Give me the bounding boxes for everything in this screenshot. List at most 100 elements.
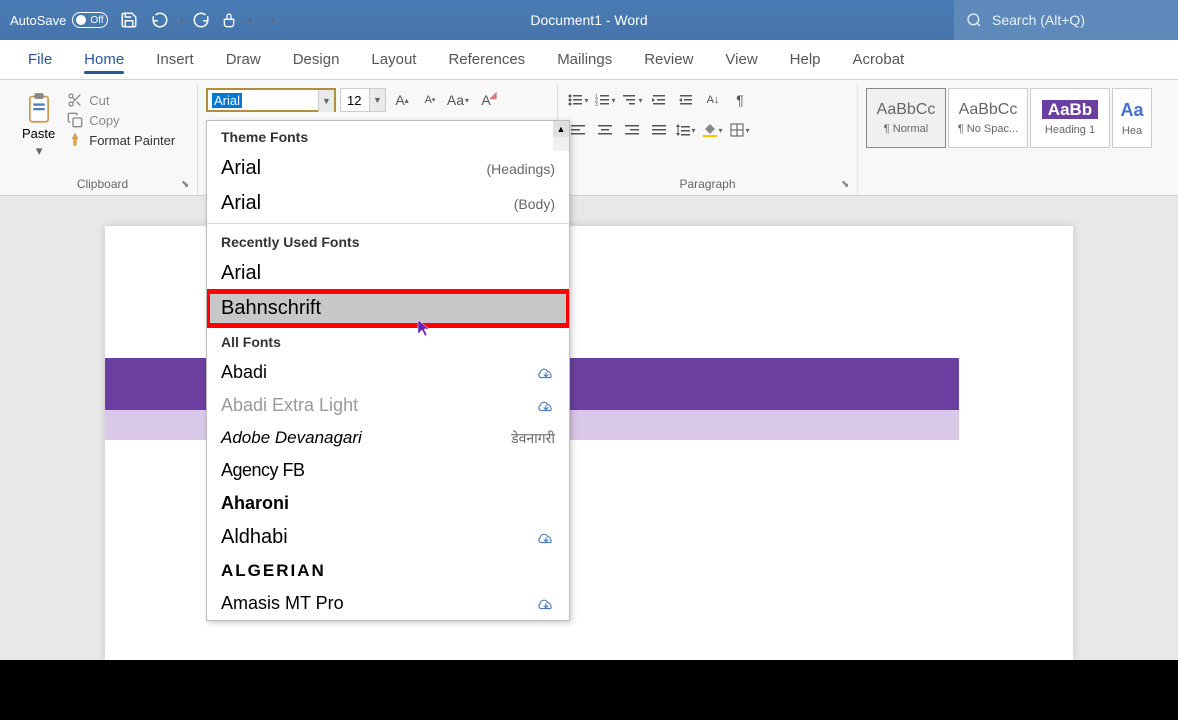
style-preview: AaBb [1042,100,1098,119]
borders-button[interactable]: ▾ [728,118,752,142]
style-preview: AaBbCc [959,101,1018,119]
clear-formatting-button[interactable]: A◢ [474,88,498,112]
decrease-indent-button[interactable] [647,88,671,112]
font-item-arial-body[interactable]: Arial (Body) [207,186,569,221]
style-preview: Aa [1120,100,1143,121]
tab-help[interactable]: Help [774,40,837,80]
font-name: Aldhabi [221,526,288,549]
font-name: Arial [221,192,261,215]
clipboard-launcher-icon[interactable]: ⬊ [181,179,193,191]
toggle-state: Off [90,15,103,26]
dropdown-scrollbar[interactable]: ▲ [553,121,569,151]
decrease-font-button[interactable]: A▾ [418,88,442,112]
tab-mailings[interactable]: Mailings [541,40,628,80]
increase-font-button[interactable]: A▴ [390,88,414,112]
style-no-spacing[interactable]: AaBbCc ¶ No Spac... [948,88,1028,148]
increase-indent-button[interactable] [674,88,698,112]
font-item-adobe-devanagari[interactable]: Adobe Devanagari डेवनागरी [207,422,569,454]
bullets-button[interactable]: ▾ [566,88,590,112]
autosave-label: AutoSave [10,13,66,28]
font-item-amasis-mt-pro[interactable]: Amasis MT Pro [207,587,569,620]
font-item-arial-recent[interactable]: Arial [207,256,569,291]
line-spacing-button[interactable]: ▾ [674,118,698,142]
show-marks-button[interactable]: ¶ [728,88,752,112]
align-right-button[interactable] [620,118,644,142]
undo-icon[interactable] [150,10,170,30]
format-painter-button[interactable]: Format Painter [67,132,175,148]
font-name-combo[interactable]: Arial ▼ [206,88,336,112]
qat-customize-icon[interactable]: ▾ [270,16,274,25]
cloud-download-icon [537,399,555,413]
tab-view[interactable]: View [709,40,773,80]
align-center-button[interactable] [593,118,617,142]
autosave-toggle[interactable]: AutoSave Off [10,12,108,28]
copy-button[interactable]: Copy [67,112,175,128]
redo-icon[interactable] [191,10,211,30]
sort-button[interactable]: A↓ [701,88,725,112]
tab-home[interactable]: Home [68,40,140,80]
scissors-icon [67,92,83,108]
font-item-abadi[interactable]: Abadi [207,356,569,389]
search-placeholder: Search (Alt+Q) [992,12,1085,28]
font-name: ALGERIAN [221,561,326,581]
font-name: Agency FB [221,460,305,481]
font-hint: डेवनागरी [511,429,555,448]
tab-file[interactable]: File [12,40,68,80]
font-name: Adobe Devanagari [221,428,362,448]
multilevel-list-button[interactable]: ▾ [620,88,644,112]
format-painter-label: Format Painter [89,133,175,148]
numbering-button[interactable]: 123▾ [593,88,617,112]
font-hint: (Headings) [487,161,555,177]
chevron-down-icon[interactable]: ▼ [318,90,334,112]
undo-dropdown-icon[interactable]: ▾ [179,16,183,25]
tab-design[interactable]: Design [277,40,356,80]
copy-label: Copy [89,113,119,128]
change-case-button[interactable]: Aa▾ [446,88,470,112]
tab-layout[interactable]: Layout [355,40,432,80]
tab-draw[interactable]: Draw [210,40,277,80]
font-item-agency-fb[interactable]: Agency FB [207,454,569,487]
cloud-download-icon [537,366,555,380]
toggle-switch[interactable]: Off [72,12,108,28]
search-box[interactable]: Search (Alt+Q) [954,0,1178,40]
paste-label: Paste [22,126,55,141]
scroll-up-icon[interactable]: ▲ [553,121,569,137]
font-item-abadi-extra-light[interactable]: Abadi Extra Light [207,389,569,422]
font-item-aharoni[interactable]: Aharoni [207,487,569,520]
font-item-algerian[interactable]: ALGERIAN [207,555,569,587]
paste-dropdown-icon[interactable]: ▾ [36,143,43,159]
cut-button[interactable]: Cut [67,92,175,108]
svg-text:3: 3 [595,102,598,108]
font-item-aldhabi[interactable]: Aldhabi [207,520,569,555]
touch-mode-icon[interactable] [219,10,239,30]
font-item-arial-headings[interactable]: Arial (Headings) [207,151,569,186]
font-size-value: 12 [347,93,361,108]
style-heading1[interactable]: AaBb Heading 1 [1030,88,1110,148]
font-item-bahnschrift[interactable]: Bahnschrift [207,291,569,326]
font-size-combo[interactable]: 12 ▼ [340,88,386,112]
justify-button[interactable] [647,118,671,142]
chevron-down-icon[interactable]: ▼ [369,89,385,111]
style-label: Heading 1 [1045,124,1095,136]
tab-acrobat[interactable]: Acrobat [837,40,921,80]
save-icon[interactable] [119,10,139,30]
font-hint: (Body) [514,196,555,212]
paste-button[interactable]: Paste ▾ [16,88,61,163]
paragraph-launcher-icon[interactable]: ⬊ [841,179,853,191]
tab-review[interactable]: Review [628,40,709,80]
style-label: ¶ No Spac... [958,123,1018,135]
brush-icon [67,132,83,148]
document-title: Document1 - Word [530,12,647,28]
theme-fonts-header: Theme Fonts [207,121,569,151]
style-normal[interactable]: AaBbCc ¶ Normal [866,88,946,148]
clipboard-group-label: Clipboard [16,177,189,193]
cut-label: Cut [89,93,109,108]
group-clipboard: Paste ▾ Cut Copy Format Painter Clipboar… [8,84,198,195]
shading-button[interactable]: ▾ [701,118,725,142]
tab-references[interactable]: References [432,40,541,80]
font-name: Arial [221,157,261,180]
tab-insert[interactable]: Insert [140,40,210,80]
style-heading2[interactable]: Aa Hea [1112,88,1152,148]
touch-dropdown-icon[interactable]: ▾ [248,16,252,25]
black-bar [0,660,1178,720]
